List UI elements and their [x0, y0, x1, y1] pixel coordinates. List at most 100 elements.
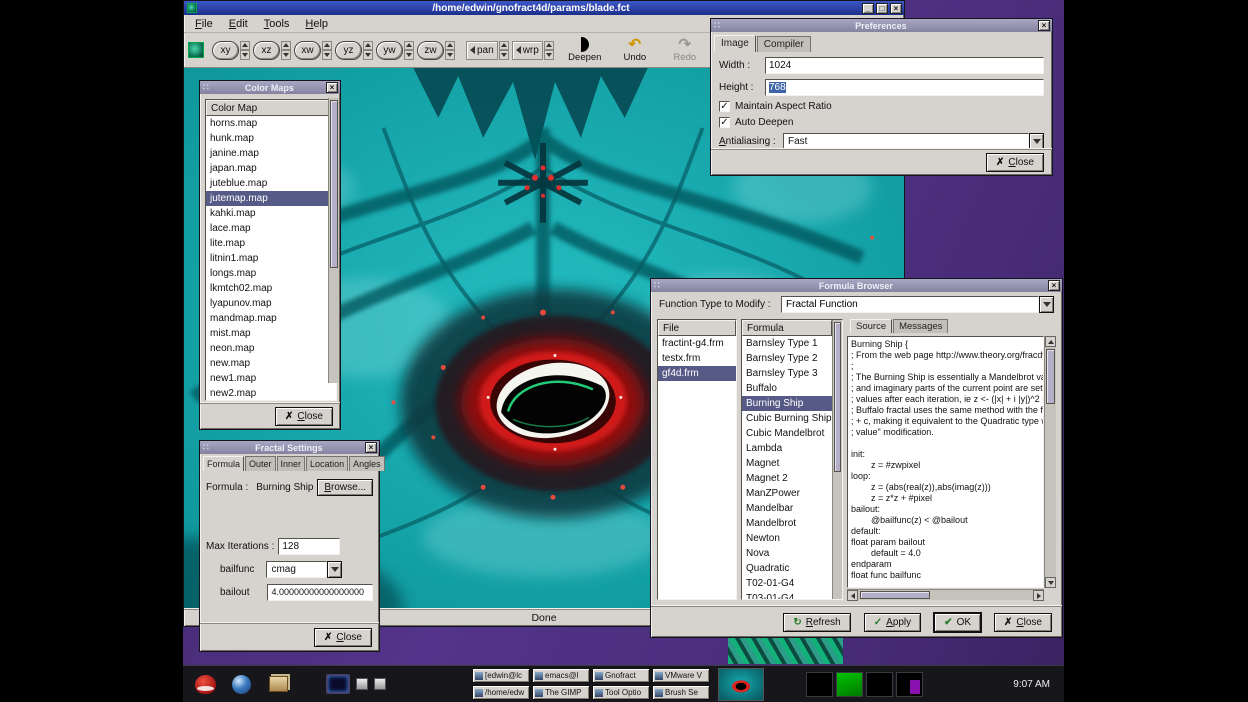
tab[interactable]: Image [714, 35, 756, 52]
list-item[interactable]: horns.map [206, 116, 336, 131]
scroll-up-icon[interactable] [1045, 336, 1056, 347]
close-icon[interactable]: × [890, 3, 902, 14]
tab[interactable]: Formula [203, 456, 244, 471]
dropdown-arrow-icon[interactable] [327, 561, 342, 578]
list-item[interactable]: Barnsley Type 2 [742, 351, 832, 366]
list-item[interactable]: mist.map [206, 326, 336, 341]
list-item[interactable]: Quadratic [742, 561, 832, 576]
spin-down-icon[interactable] [322, 50, 332, 60]
list-item[interactable]: new1.map [206, 371, 336, 386]
formula-browser-titlebar[interactable]: ∷ Formula Browser × [651, 279, 1062, 292]
web-browser-icon[interactable] [232, 675, 251, 694]
axis-button[interactable]: zw [417, 41, 444, 60]
list-item[interactable]: Burning Ship [742, 396, 832, 411]
list-item[interactable]: neon.map [206, 341, 336, 356]
fractal-thumbnail[interactable] [718, 668, 764, 701]
source-hscrollbar[interactable] [847, 589, 1044, 600]
list-item[interactable]: new.map [206, 356, 336, 371]
spin-up-icon[interactable] [404, 41, 414, 51]
task-button[interactable]: Tool Optio [592, 685, 650, 700]
menu-item[interactable]: Edit [221, 16, 256, 32]
task-button[interactable]: Brush Se [652, 685, 710, 700]
list-item[interactable]: japan.map [206, 161, 336, 176]
redhat-menu-icon[interactable] [195, 675, 216, 694]
spin-up-icon[interactable] [281, 41, 291, 51]
workspace-4[interactable] [896, 672, 923, 697]
spin-down-icon[interactable] [404, 50, 414, 60]
formula-scrollbar[interactable] [832, 320, 842, 599]
list-item[interactable]: Nova [742, 546, 832, 561]
spin-down-icon[interactable] [445, 50, 455, 60]
spin-down-icon[interactable] [499, 50, 509, 60]
spin-up-icon[interactable] [240, 41, 250, 51]
spin-up-icon[interactable] [544, 41, 554, 51]
list-item[interactable]: lace.map [206, 221, 336, 236]
list-item[interactable]: jutemap.map [206, 191, 336, 206]
deepen-button[interactable]: Deepen [563, 37, 607, 63]
list-item[interactable]: Cubic Mandelbrot [742, 426, 832, 441]
app-window-icon[interactable] [374, 678, 386, 690]
list-item[interactable]: kahki.map [206, 206, 336, 221]
list-item[interactable]: T03-01-G4 [742, 591, 832, 599]
list-item[interactable]: Cubic Burning Ship [742, 411, 832, 426]
close-button[interactable]: ✗ Close [275, 407, 333, 426]
list-item[interactable]: new2.map [206, 386, 336, 401]
color-maps-titlebar[interactable]: ∷ Color Maps × [200, 81, 340, 94]
list-item[interactable]: Barnsley Type 3 [742, 366, 832, 381]
list-item[interactable]: mandmap.map [206, 311, 336, 326]
fractal-toolbar-icon[interactable] [188, 42, 204, 58]
tab[interactable]: Outer [245, 456, 276, 471]
list-item[interactable]: Mandelbrot [742, 516, 832, 531]
workspace-3[interactable] [866, 672, 893, 697]
scroll-down-icon[interactable] [1045, 577, 1056, 588]
preferences-titlebar[interactable]: ∷ Preferences × [711, 19, 1052, 32]
close-button[interactable]: ✗ Close [986, 153, 1044, 172]
list-item[interactable]: testx.frm [658, 351, 736, 366]
task-button[interactable]: [edwin@lc [472, 668, 530, 683]
spin-up-icon[interactable] [363, 41, 373, 51]
app-window-icon[interactable] [356, 678, 368, 690]
list-header[interactable]: File [658, 320, 736, 336]
axis-button[interactable]: yz [335, 41, 362, 60]
scrollbar-thumb[interactable] [834, 322, 841, 472]
dropdown-arrow-icon[interactable] [1029, 133, 1044, 150]
color-map-scrollbar[interactable] [328, 98, 339, 383]
list-item[interactable]: Lambda [742, 441, 832, 456]
close-icon[interactable]: × [1038, 20, 1050, 31]
scrollbar-thumb[interactable] [330, 100, 338, 268]
spin-down-icon[interactable] [240, 50, 250, 60]
close-button[interactable]: ✗ Close [314, 628, 372, 647]
list-item[interactable]: gf4d.frm [658, 366, 736, 381]
list-item[interactable]: Mandelbar [742, 501, 832, 516]
list-item[interactable]: lkmtch02.map [206, 281, 336, 296]
task-button[interactable]: /home/edw [472, 685, 530, 700]
scroll-left-icon[interactable] [847, 590, 858, 601]
workspace-1[interactable] [806, 672, 833, 697]
apps-icon[interactable] [269, 676, 288, 692]
axis-button[interactable]: xy [212, 41, 239, 60]
scrollbar-thumb[interactable] [860, 591, 930, 599]
undo-button[interactable]: ↶ Undo [613, 37, 657, 63]
tab[interactable]: Angles [349, 456, 385, 471]
list-header[interactable]: Formula [742, 320, 832, 336]
function-type-combo[interactable]: Fractal Function [781, 296, 1054, 313]
list-item[interactable]: Magnet 2 [742, 471, 832, 486]
list-item[interactable]: litnin1.map [206, 251, 336, 266]
list-item[interactable]: Barnsley Type 1 [742, 336, 832, 351]
maintain-aspect-checkbox[interactable]: ✓ [719, 101, 730, 112]
list-item[interactable]: Buffalo [742, 381, 832, 396]
apply-button[interactable]: ✓ Apply [864, 613, 921, 632]
antialias-combo[interactable]: Fast [783, 133, 1044, 150]
height-field[interactable]: 768 [765, 79, 1044, 96]
pan-button[interactable]: wrp [512, 41, 543, 60]
menu-item[interactable]: File [187, 16, 221, 32]
source-vscrollbar[interactable] [1044, 336, 1056, 588]
list-item[interactable]: lyapunov.map [206, 296, 336, 311]
task-button[interactable]: emacs@l [532, 668, 590, 683]
refresh-button[interactable]: ↻ Refresh [783, 613, 850, 632]
auto-deepen-checkbox[interactable]: ✓ [719, 117, 730, 128]
minimize-icon[interactable]: _ [862, 3, 874, 14]
tab[interactable]: Location [306, 456, 348, 471]
tab[interactable]: Source [850, 319, 892, 333]
scrollbar-thumb[interactable] [1046, 349, 1055, 404]
